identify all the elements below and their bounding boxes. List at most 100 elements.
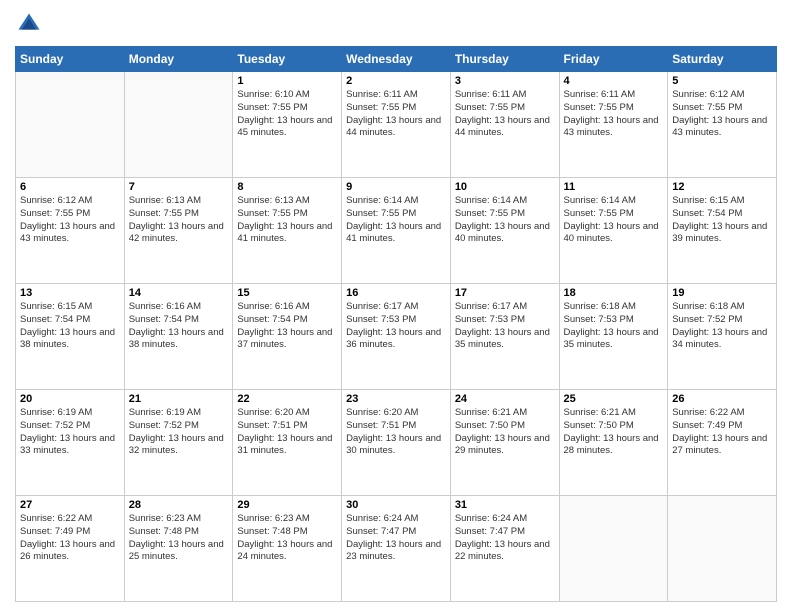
day-number: 9 xyxy=(346,181,446,193)
calendar-cell: 11 Sunrise: 6:14 AM Sunset: 7:55 PM Dayli… xyxy=(559,178,668,284)
page-header xyxy=(15,10,777,38)
day-number: 31 xyxy=(455,499,555,511)
day-number: 17 xyxy=(455,287,555,299)
week-row-2: 6 Sunrise: 6:12 AM Sunset: 7:55 PM Daylig… xyxy=(16,178,777,284)
day-info: Sunrise: 6:18 AM Sunset: 7:52 PM Dayligh… xyxy=(672,301,772,352)
day-number: 23 xyxy=(346,393,446,405)
calendar-cell: 10 Sunrise: 6:14 AM Sunset: 7:55 PM Dayli… xyxy=(450,178,559,284)
calendar-cell: 29 Sunrise: 6:23 AM Sunset: 7:48 PM Dayli… xyxy=(233,496,342,602)
day-number: 13 xyxy=(20,287,120,299)
calendar-cell: 19 Sunrise: 6:18 AM Sunset: 7:52 PM Dayli… xyxy=(668,284,777,390)
day-info: Sunrise: 6:10 AM Sunset: 7:55 PM Dayligh… xyxy=(237,89,337,140)
day-info: Sunrise: 6:12 AM Sunset: 7:55 PM Dayligh… xyxy=(672,89,772,140)
day-number: 11 xyxy=(564,181,664,193)
calendar-cell: 15 Sunrise: 6:16 AM Sunset: 7:54 PM Dayli… xyxy=(233,284,342,390)
calendar-cell: 2Sunrise: 6:11 AM Sunset: 7:55 PM Daylig… xyxy=(342,72,451,178)
day-number: 21 xyxy=(129,393,229,405)
calendar-cell: 18 Sunrise: 6:18 AM Sunset: 7:53 PM Dayli… xyxy=(559,284,668,390)
day-number: 7 xyxy=(129,181,229,193)
day-info: Sunrise: 6:21 AM Sunset: 7:50 PM Dayligh… xyxy=(455,407,555,458)
weekday-header-tuesday: Tuesday xyxy=(233,47,342,72)
day-number: 12 xyxy=(672,181,772,193)
day-info: Sunrise: 6:17 AM Sunset: 7:53 PM Dayligh… xyxy=(346,301,446,352)
day-number: 28 xyxy=(129,499,229,511)
calendar-table: SundayMondayTuesdayWednesdayThursdayFrid… xyxy=(15,46,777,602)
day-info: Sunrise: 6:15 AM Sunset: 7:54 PM Dayligh… xyxy=(672,195,772,246)
calendar-body: 1Sunrise: 6:10 AM Sunset: 7:55 PM Daylig… xyxy=(16,72,777,602)
weekday-header-friday: Friday xyxy=(559,47,668,72)
weekday-header-monday: Monday xyxy=(124,47,233,72)
weekday-header-thursday: Thursday xyxy=(450,47,559,72)
day-info: Sunrise: 6:19 AM Sunset: 7:52 PM Dayligh… xyxy=(129,407,229,458)
calendar-cell: 31 Sunrise: 6:24 AM Sunset: 7:47 PM Dayli… xyxy=(450,496,559,602)
calendar-cell: 7 Sunrise: 6:13 AM Sunset: 7:55 PM Daylig… xyxy=(124,178,233,284)
day-info: Sunrise: 6:16 AM Sunset: 7:54 PM Dayligh… xyxy=(237,301,337,352)
day-number: 6 xyxy=(20,181,120,193)
day-info: Sunrise: 6:23 AM Sunset: 7:48 PM Dayligh… xyxy=(237,513,337,564)
calendar-cell: 20 Sunrise: 6:19 AM Sunset: 7:52 PM Dayli… xyxy=(16,390,125,496)
day-number: 3 xyxy=(455,75,555,87)
day-number: 18 xyxy=(564,287,664,299)
calendar-cell: 25Sunrise: 6:21 AM Sunset: 7:50 PM Dayli… xyxy=(559,390,668,496)
calendar-cell: 3 Sunrise: 6:11 AM Sunset: 7:55 PM Daylig… xyxy=(450,72,559,178)
day-info: Sunrise: 6:24 AM Sunset: 7:47 PM Dayligh… xyxy=(455,513,555,564)
day-number: 29 xyxy=(237,499,337,511)
day-number: 15 xyxy=(237,287,337,299)
calendar-cell: 13 Sunrise: 6:15 AM Sunset: 7:54 PM Dayli… xyxy=(16,284,125,390)
day-number: 24 xyxy=(455,393,555,405)
day-info: Sunrise: 6:14 AM Sunset: 7:55 PM Dayligh… xyxy=(564,195,664,246)
day-info: Sunrise: 6:22 AM Sunset: 7:49 PM Dayligh… xyxy=(672,407,772,458)
day-info: Sunrise: 6:22 AM Sunset: 7:49 PM Dayligh… xyxy=(20,513,120,564)
calendar-cell: 24 Sunrise: 6:21 AM Sunset: 7:50 PM Dayli… xyxy=(450,390,559,496)
calendar-cell: 9Sunrise: 6:14 AM Sunset: 7:55 PM Daylig… xyxy=(342,178,451,284)
calendar-cell xyxy=(124,72,233,178)
day-number: 20 xyxy=(20,393,120,405)
day-info: Sunrise: 6:11 AM Sunset: 7:55 PM Dayligh… xyxy=(564,89,664,140)
day-number: 4 xyxy=(564,75,664,87)
day-number: 19 xyxy=(672,287,772,299)
week-row-3: 13 Sunrise: 6:15 AM Sunset: 7:54 PM Dayli… xyxy=(16,284,777,390)
day-info: Sunrise: 6:16 AM Sunset: 7:54 PM Dayligh… xyxy=(129,301,229,352)
day-info: Sunrise: 6:18 AM Sunset: 7:53 PM Dayligh… xyxy=(564,301,664,352)
calendar-cell xyxy=(16,72,125,178)
day-info: Sunrise: 6:11 AM Sunset: 7:55 PM Dayligh… xyxy=(455,89,555,140)
day-info: Sunrise: 6:14 AM Sunset: 7:55 PM Dayligh… xyxy=(455,195,555,246)
calendar-cell: 4 Sunrise: 6:11 AM Sunset: 7:55 PM Daylig… xyxy=(559,72,668,178)
week-row-5: 27 Sunrise: 6:22 AM Sunset: 7:49 PM Dayli… xyxy=(16,496,777,602)
day-info: Sunrise: 6:15 AM Sunset: 7:54 PM Dayligh… xyxy=(20,301,120,352)
day-info: Sunrise: 6:19 AM Sunset: 7:52 PM Dayligh… xyxy=(20,407,120,458)
day-number: 27 xyxy=(20,499,120,511)
day-info: Sunrise: 6:24 AM Sunset: 7:47 PM Dayligh… xyxy=(346,513,446,564)
weekday-header-wednesday: Wednesday xyxy=(342,47,451,72)
day-number: 5 xyxy=(672,75,772,87)
day-number: 10 xyxy=(455,181,555,193)
calendar-cell: 6 Sunrise: 6:12 AM Sunset: 7:55 PM Daylig… xyxy=(16,178,125,284)
calendar-cell xyxy=(668,496,777,602)
calendar-cell: 14 Sunrise: 6:16 AM Sunset: 7:54 PM Dayli… xyxy=(124,284,233,390)
weekday-header-sunday: Sunday xyxy=(16,47,125,72)
day-number: 14 xyxy=(129,287,229,299)
week-row-1: 1Sunrise: 6:10 AM Sunset: 7:55 PM Daylig… xyxy=(16,72,777,178)
calendar-cell xyxy=(559,496,668,602)
weekday-header-row: SundayMondayTuesdayWednesdayThursdayFrid… xyxy=(16,47,777,72)
week-row-4: 20 Sunrise: 6:19 AM Sunset: 7:52 PM Dayli… xyxy=(16,390,777,496)
day-info: Sunrise: 6:12 AM Sunset: 7:55 PM Dayligh… xyxy=(20,195,120,246)
calendar-cell: 8 Sunrise: 6:13 AM Sunset: 7:55 PM Daylig… xyxy=(233,178,342,284)
logo xyxy=(15,10,47,38)
calendar-cell: 21 Sunrise: 6:19 AM Sunset: 7:52 PM Dayli… xyxy=(124,390,233,496)
calendar-cell: 16Sunrise: 6:17 AM Sunset: 7:53 PM Dayli… xyxy=(342,284,451,390)
day-number: 26 xyxy=(672,393,772,405)
calendar-cell: 26 Sunrise: 6:22 AM Sunset: 7:49 PM Dayli… xyxy=(668,390,777,496)
logo-icon xyxy=(15,10,43,38)
day-number: 30 xyxy=(346,499,446,511)
day-info: Sunrise: 6:13 AM Sunset: 7:55 PM Dayligh… xyxy=(129,195,229,246)
calendar-cell: 22Sunrise: 6:20 AM Sunset: 7:51 PM Dayli… xyxy=(233,390,342,496)
calendar-cell: 30 Sunrise: 6:24 AM Sunset: 7:47 PM Dayli… xyxy=(342,496,451,602)
day-info: Sunrise: 6:23 AM Sunset: 7:48 PM Dayligh… xyxy=(129,513,229,564)
calendar-cell: 27 Sunrise: 6:22 AM Sunset: 7:49 PM Dayli… xyxy=(16,496,125,602)
day-number: 8 xyxy=(237,181,337,193)
day-info: Sunrise: 6:13 AM Sunset: 7:55 PM Dayligh… xyxy=(237,195,337,246)
calendar-cell: 12 Sunrise: 6:15 AM Sunset: 7:54 PM Dayli… xyxy=(668,178,777,284)
calendar-cell: 1Sunrise: 6:10 AM Sunset: 7:55 PM Daylig… xyxy=(233,72,342,178)
calendar-cell: 5 Sunrise: 6:12 AM Sunset: 7:55 PM Daylig… xyxy=(668,72,777,178)
